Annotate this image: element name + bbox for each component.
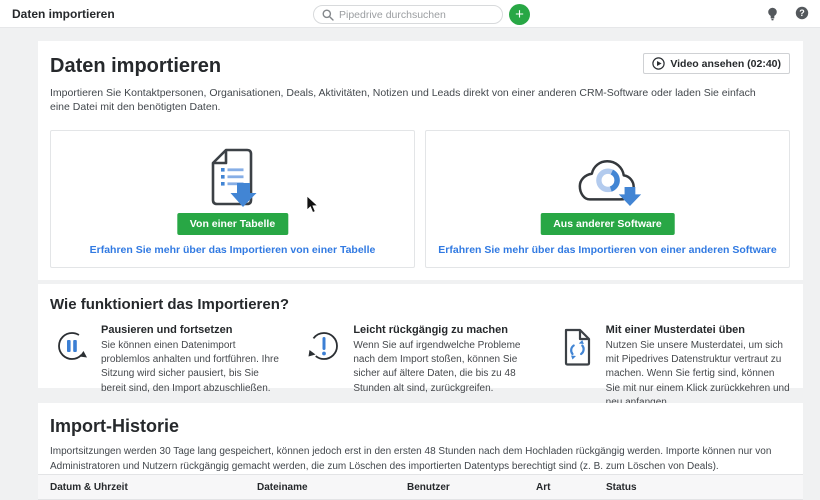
- cloud-download-icon: [569, 153, 647, 216]
- column-status: Status: [606, 482, 803, 493]
- column-type: Art: [536, 482, 606, 493]
- sample-file-icon: [559, 327, 595, 365]
- intro-description: Importieren Sie Kontaktpersonen, Organis…: [50, 87, 762, 115]
- feature-pause-resume: Pausieren und fortsetzen Sie können eine…: [54, 324, 286, 410]
- import-from-spreadsheet-card: Von einer Tabelle Erfahren Sie mehr über…: [50, 130, 415, 268]
- import-from-software-card: Aus anderer Software Erfahren Sie mehr ü…: [425, 130, 790, 268]
- feature-sample-file: Mit einer Musterdatei üben Nutzen Sie un…: [559, 324, 791, 410]
- pause-resume-icon: [54, 327, 90, 365]
- feature-title: Mit einer Musterdatei üben: [606, 324, 791, 336]
- column-filename: Dateiname: [257, 482, 407, 493]
- feature-text: Nutzen Sie unsere Musterdatei, um sich m…: [606, 339, 791, 410]
- feature-title: Pausieren und fortsetzen: [101, 324, 286, 336]
- import-data-panel: Daten importieren Video ansehen (02:40) …: [38, 41, 803, 280]
- column-date-time: Datum & Uhrzeit: [50, 482, 257, 493]
- search-input[interactable]: Pipedrive durchsuchen: [313, 5, 503, 24]
- from-spreadsheet-button[interactable]: Von einer Tabelle: [177, 213, 288, 235]
- topbar: Daten importieren Pipedrive durchsuchen …: [0, 0, 820, 28]
- watch-video-button[interactable]: Video ansehen (02:40): [643, 53, 790, 74]
- topbar-right: ?: [766, 6, 810, 21]
- software-learn-more-link[interactable]: Erfahren Sie mehr über das Importieren v…: [426, 244, 789, 256]
- search-icon: [322, 9, 334, 21]
- watch-video-label: Video ansehen (02:40): [670, 58, 781, 70]
- help-icon[interactable]: ?: [795, 6, 810, 21]
- feature-text: Wenn Sie auf irgendwelche Probleme nach …: [353, 339, 538, 396]
- feature-text: Sie können einen Datenimport problemlos …: [101, 339, 286, 396]
- import-history-panel: Import-Historie Importsitzungen werden 3…: [38, 403, 803, 500]
- search-placeholder: Pipedrive durchsuchen: [339, 9, 446, 21]
- feature-list: Pausieren und fortsetzen Sie können eine…: [38, 313, 803, 410]
- spreadsheet-download-icon: [205, 147, 261, 216]
- spreadsheet-learn-more-link[interactable]: Erfahren Sie mehr über das Importieren v…: [51, 244, 414, 256]
- column-user: Benutzer: [407, 482, 536, 493]
- undo-icon: [306, 327, 342, 365]
- feature-undo: Leicht rückgängig zu machen Wenn Sie auf…: [306, 324, 538, 410]
- history-table-header: Datum & Uhrzeit Dateiname Benutzer Art S…: [38, 474, 803, 500]
- lightbulb-icon[interactable]: [766, 6, 781, 21]
- page-title: Daten importieren: [12, 7, 115, 21]
- play-icon: [652, 57, 665, 70]
- import-options: Von einer Tabelle Erfahren Sie mehr über…: [50, 130, 790, 268]
- svg-text:?: ?: [799, 8, 805, 18]
- import-history-description: Importsitzungen werden 30 Tage lang gesp…: [50, 445, 790, 474]
- import-history-heading: Import-Historie: [38, 403, 803, 437]
- how-it-works-heading: Wie funktioniert das Importieren?: [38, 284, 803, 313]
- how-it-works-panel: Wie funktioniert das Importieren? Pausie…: [38, 284, 803, 388]
- quick-add-button[interactable]: +: [509, 4, 530, 25]
- feature-title: Leicht rückgängig zu machen: [353, 324, 538, 336]
- plus-icon: +: [515, 6, 524, 23]
- from-software-button[interactable]: Aus anderer Software: [540, 213, 675, 235]
